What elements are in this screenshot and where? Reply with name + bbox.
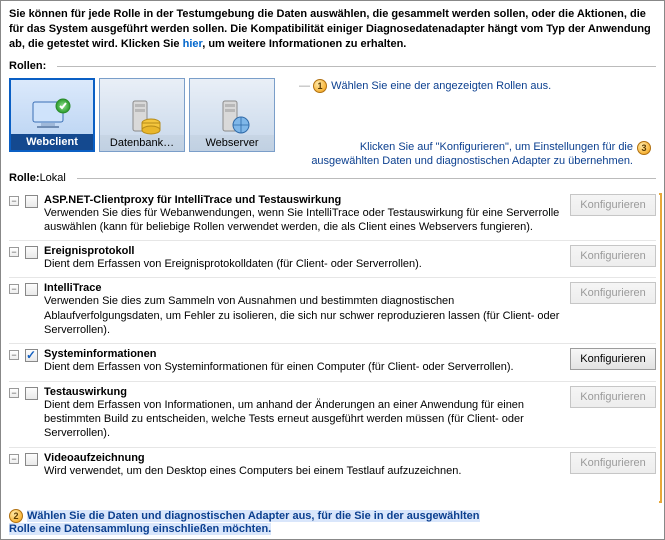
configure-button: Konfigurieren (570, 194, 656, 216)
settings-panel: Sie können für jede Rolle in der Testumg… (0, 0, 665, 540)
callout-1-num: 1 (313, 79, 327, 93)
adapter-intellitrace: − IntelliTraceVerwenden Sie dies zum Samm… (9, 277, 656, 343)
adapter-title: Systeminformationen (44, 348, 560, 360)
adapter-checkbox[interactable] (25, 195, 38, 208)
collapse-toggle[interactable]: − (9, 196, 19, 206)
adapter-title: Videoaufzeichnung (44, 452, 560, 464)
adapter-sysinfo: − SysteminformationenDient dem Erfassen v… (9, 343, 656, 380)
collapse-toggle[interactable]: − (9, 247, 19, 257)
adapter-desc: Verwenden Sie dies für Webanwendungen, w… (44, 206, 560, 235)
callout-3: 3 Klicken Sie auf "Konfigurieren", um Ei… (301, 141, 651, 169)
callout-3-num: 3 (637, 141, 651, 155)
configure-button: Konfigurieren (570, 245, 656, 267)
adapter-eventlog: − EreignisprotokollDient dem Erfassen von… (9, 240, 656, 277)
roles-heading: Rollen: (9, 60, 656, 72)
collapse-toggle[interactable]: − (9, 350, 19, 360)
adapter-desc: Dient dem Erfassen von Ereignisprotokoll… (44, 257, 560, 271)
adapter-aspnet: − ASP.NET-Clientproxy für IntelliTrace un… (9, 190, 656, 241)
role-tile-webserver[interactable]: Webserver (189, 78, 275, 152)
collapse-toggle[interactable]: − (9, 454, 19, 464)
bracket-callout-3 (659, 193, 662, 503)
adapter-desc: Dient dem Erfassen von Informationen, um… (44, 398, 560, 441)
configure-button: Konfigurieren (570, 386, 656, 408)
server-globe-icon (209, 97, 255, 135)
adapter-checkbox[interactable] (25, 349, 38, 362)
monitor-globe-check-icon (29, 96, 75, 134)
callout-2-text: Wählen Sie die Daten und diagnostischen … (9, 510, 480, 535)
adapter-checkbox[interactable] (25, 283, 38, 296)
role-caption: Datenbank… (100, 135, 184, 151)
collapse-toggle[interactable]: − (9, 284, 19, 294)
adapter-title: Testauswirkung (44, 386, 560, 398)
callout-2: 2Wählen Sie die Daten und diagnostischen… (9, 509, 509, 535)
adapter-title: IntelliTrace (44, 282, 560, 294)
role-sub-heading: Rolle:Lokal (9, 172, 656, 184)
adapter-checkbox[interactable] (25, 453, 38, 466)
role-caption: Webserver (190, 135, 274, 151)
adapter-desc: Dient dem Erfassen von Systeminformation… (44, 360, 560, 374)
intro-link[interactable]: hier (183, 38, 203, 50)
intro-text: Sie können für jede Rolle in der Testumg… (9, 7, 656, 52)
server-db-icon (119, 97, 165, 135)
role-sub-label: Rolle: (9, 172, 40, 184)
callout-1: — 1Wählen Sie eine der angezeigten Rolle… (299, 79, 639, 93)
role-tile-db[interactable]: Datenbank… (99, 78, 185, 152)
adapter-title: ASP.NET-Clientproxy für IntelliTrace und… (44, 194, 560, 206)
roles-heading-label: Rollen: (9, 60, 46, 72)
configure-button[interactable]: Konfigurieren (570, 348, 656, 370)
role-tile-webclient[interactable]: Webclient (9, 78, 95, 152)
adapter-desc: Wird verwendet, um den Desktop eines Com… (44, 464, 560, 478)
configure-button: Konfigurieren (570, 282, 656, 304)
adapter-checkbox[interactable] (25, 246, 38, 259)
collapse-toggle[interactable]: − (9, 388, 19, 398)
adapter-video: − VideoaufzeichnungWird verwendet, um den… (9, 447, 656, 484)
configure-button: Konfigurieren (570, 452, 656, 474)
callout-3-text: Klicken Sie auf "Konfigurieren", um Eins… (311, 141, 633, 167)
intro-after: , um weitere Informationen zu erhalten. (202, 38, 406, 50)
role-caption: Webclient (11, 134, 93, 150)
adapter-list: − ASP.NET-Clientproxy für IntelliTrace un… (9, 190, 656, 502)
adapter-checkbox[interactable] (25, 387, 38, 400)
adapter-title: Ereignisprotokoll (44, 245, 560, 257)
callout-1-text: Wählen Sie eine der angezeigten Rollen a… (331, 80, 551, 92)
adapter-desc: Verwenden Sie dies zum Sammeln von Ausna… (44, 294, 560, 337)
role-sub-value: Lokal (40, 172, 66, 184)
adapter-testimpact: − TestauswirkungDient dem Erfassen von In… (9, 381, 656, 447)
callout-2-num: 2 (9, 509, 23, 523)
